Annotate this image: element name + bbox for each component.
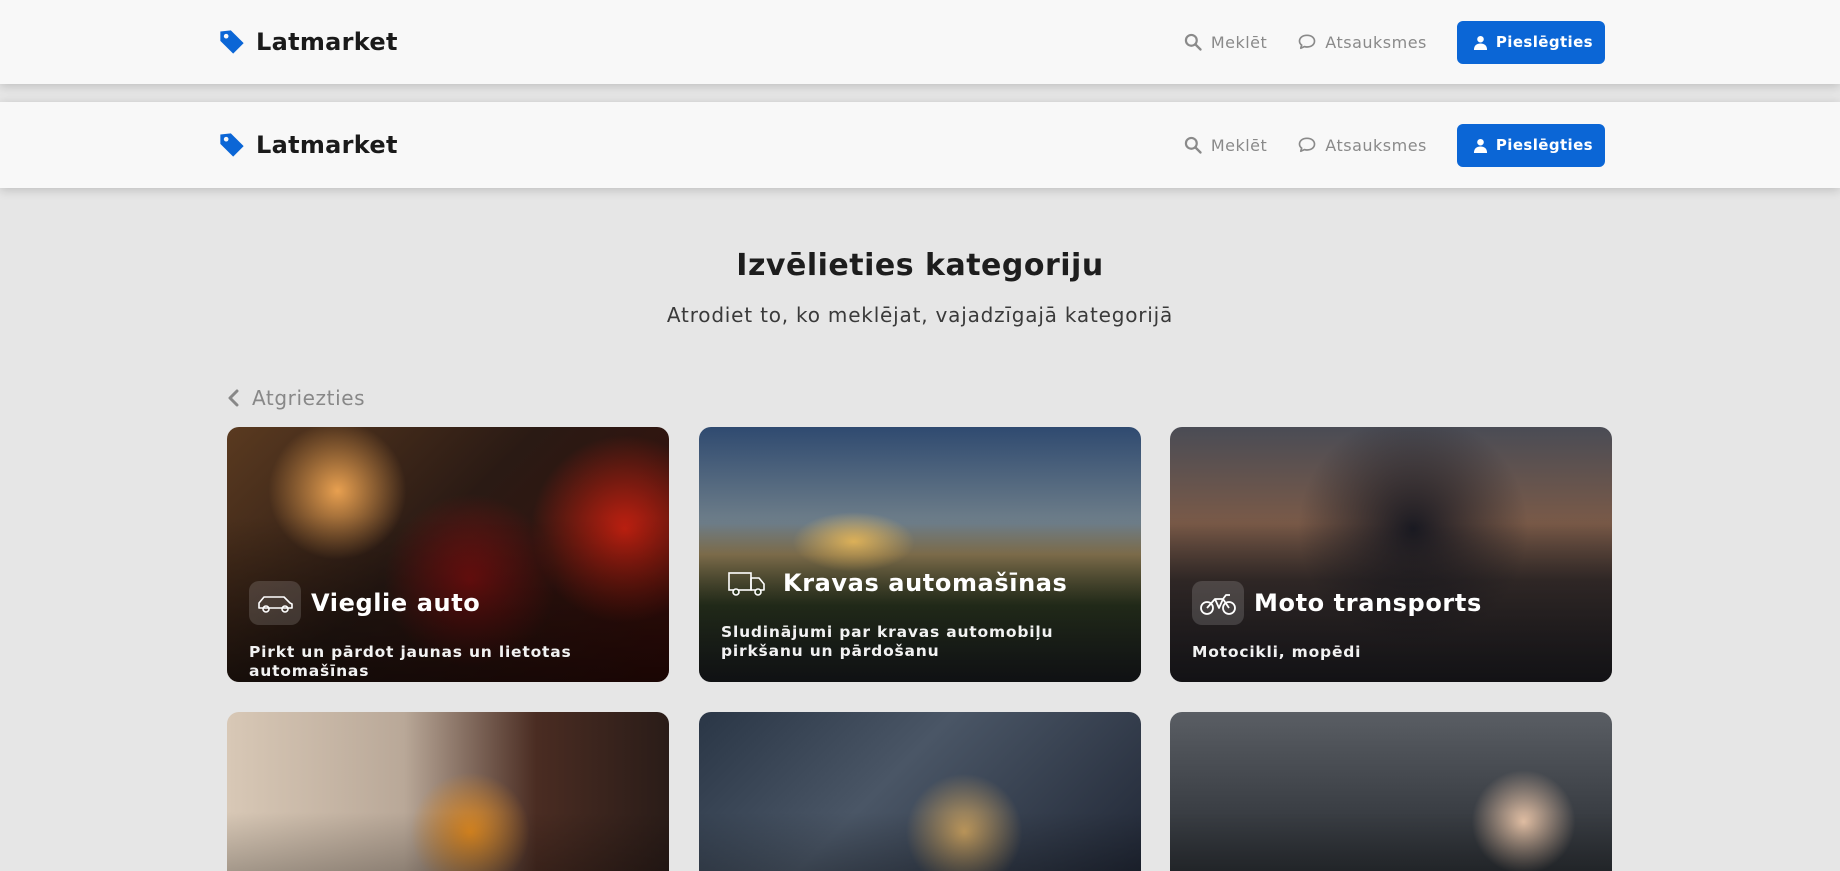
card-description: Pirkt un pārdot jaunas un lietotas autom… bbox=[249, 643, 572, 680]
reviews-label: Atsauksmes bbox=[1325, 32, 1427, 52]
category-card-rental[interactable] bbox=[1170, 712, 1612, 871]
brand-name: Latmarket bbox=[256, 131, 398, 159]
login-button[interactable]: Pieslēgties bbox=[1456, 123, 1605, 167]
login-label: Pieslēgties bbox=[1495, 33, 1593, 51]
brand-logo[interactable]: Latmarket bbox=[218, 131, 398, 159]
search-icon bbox=[1184, 136, 1202, 154]
chat-bubble-icon bbox=[1298, 34, 1316, 50]
card-title: Kravas automašīnas bbox=[783, 569, 1068, 597]
category-card-cars[interactable]: Vieglie auto Pirkt un pārdot jaunas un l… bbox=[227, 427, 669, 682]
card-header: Kravas automašīnas bbox=[721, 561, 1067, 605]
category-card-bicycles[interactable] bbox=[227, 712, 669, 871]
reviews-label: Atsauksmes bbox=[1325, 135, 1427, 155]
chat-bubble-icon bbox=[1298, 137, 1316, 153]
card-title: Moto transports bbox=[1254, 589, 1482, 617]
search-icon bbox=[1184, 33, 1202, 51]
sticky-header: Latmarket Meklēt Atsauksmes Pieslēgties bbox=[0, 102, 1840, 188]
tag-icon bbox=[220, 30, 244, 54]
user-icon bbox=[1473, 138, 1487, 153]
search-label: Meklēt bbox=[1210, 135, 1268, 155]
card-description: Sludinājumi par kravas automobiļu pirkša… bbox=[721, 623, 1054, 660]
reviews-link[interactable]: Atsauksmes bbox=[1297, 32, 1427, 52]
login-button[interactable]: Pieslēgties bbox=[1456, 20, 1605, 64]
back-link[interactable]: Atgriezties bbox=[226, 386, 365, 410]
chevron-left-icon bbox=[228, 389, 239, 407]
login-label: Pieslēgties bbox=[1495, 136, 1593, 154]
category-card-trucks[interactable]: Kravas automašīnas Sludinājumi par krava… bbox=[699, 427, 1141, 682]
main-nav: Meklēt Atsauksmes Pieslēgties bbox=[1183, 20, 1605, 64]
search-link[interactable]: Meklēt bbox=[1183, 32, 1267, 52]
card-overlay bbox=[1170, 712, 1612, 871]
back-label: Atgriezties bbox=[252, 386, 366, 410]
motorcycle-icon bbox=[1192, 581, 1244, 625]
brand-name: Latmarket bbox=[256, 28, 398, 56]
page-subtitle: Atrodiet to, ko meklējat, vajadzīgajā ka… bbox=[666, 303, 1174, 327]
card-header: Moto transports bbox=[1192, 581, 1482, 625]
user-icon bbox=[1473, 35, 1487, 50]
card-overlay bbox=[699, 712, 1141, 871]
car-icon bbox=[249, 581, 301, 625]
tag-icon bbox=[220, 133, 244, 157]
card-title: Vieglie auto bbox=[311, 589, 481, 617]
top-header: Latmarket Meklēt Atsauksmes Pieslēgties bbox=[0, 0, 1840, 84]
truck-icon bbox=[721, 561, 773, 605]
reviews-link[interactable]: Atsauksmes bbox=[1297, 135, 1427, 155]
card-header: Vieglie auto bbox=[249, 581, 480, 625]
brand-logo[interactable]: Latmarket bbox=[218, 28, 398, 56]
main-nav: Meklēt Atsauksmes Pieslēgties bbox=[1183, 123, 1605, 167]
card-overlay bbox=[227, 712, 669, 871]
card-description: Motocikli, mopēdi bbox=[1192, 643, 1362, 661]
category-card-moto[interactable]: Moto transports Motocikli, mopēdi bbox=[1170, 427, 1612, 682]
page-title: Izvēlieties kategoriju bbox=[736, 248, 1104, 283]
search-link[interactable]: Meklēt bbox=[1183, 135, 1267, 155]
search-label: Meklēt bbox=[1210, 32, 1268, 52]
category-card-parts[interactable] bbox=[699, 712, 1141, 871]
